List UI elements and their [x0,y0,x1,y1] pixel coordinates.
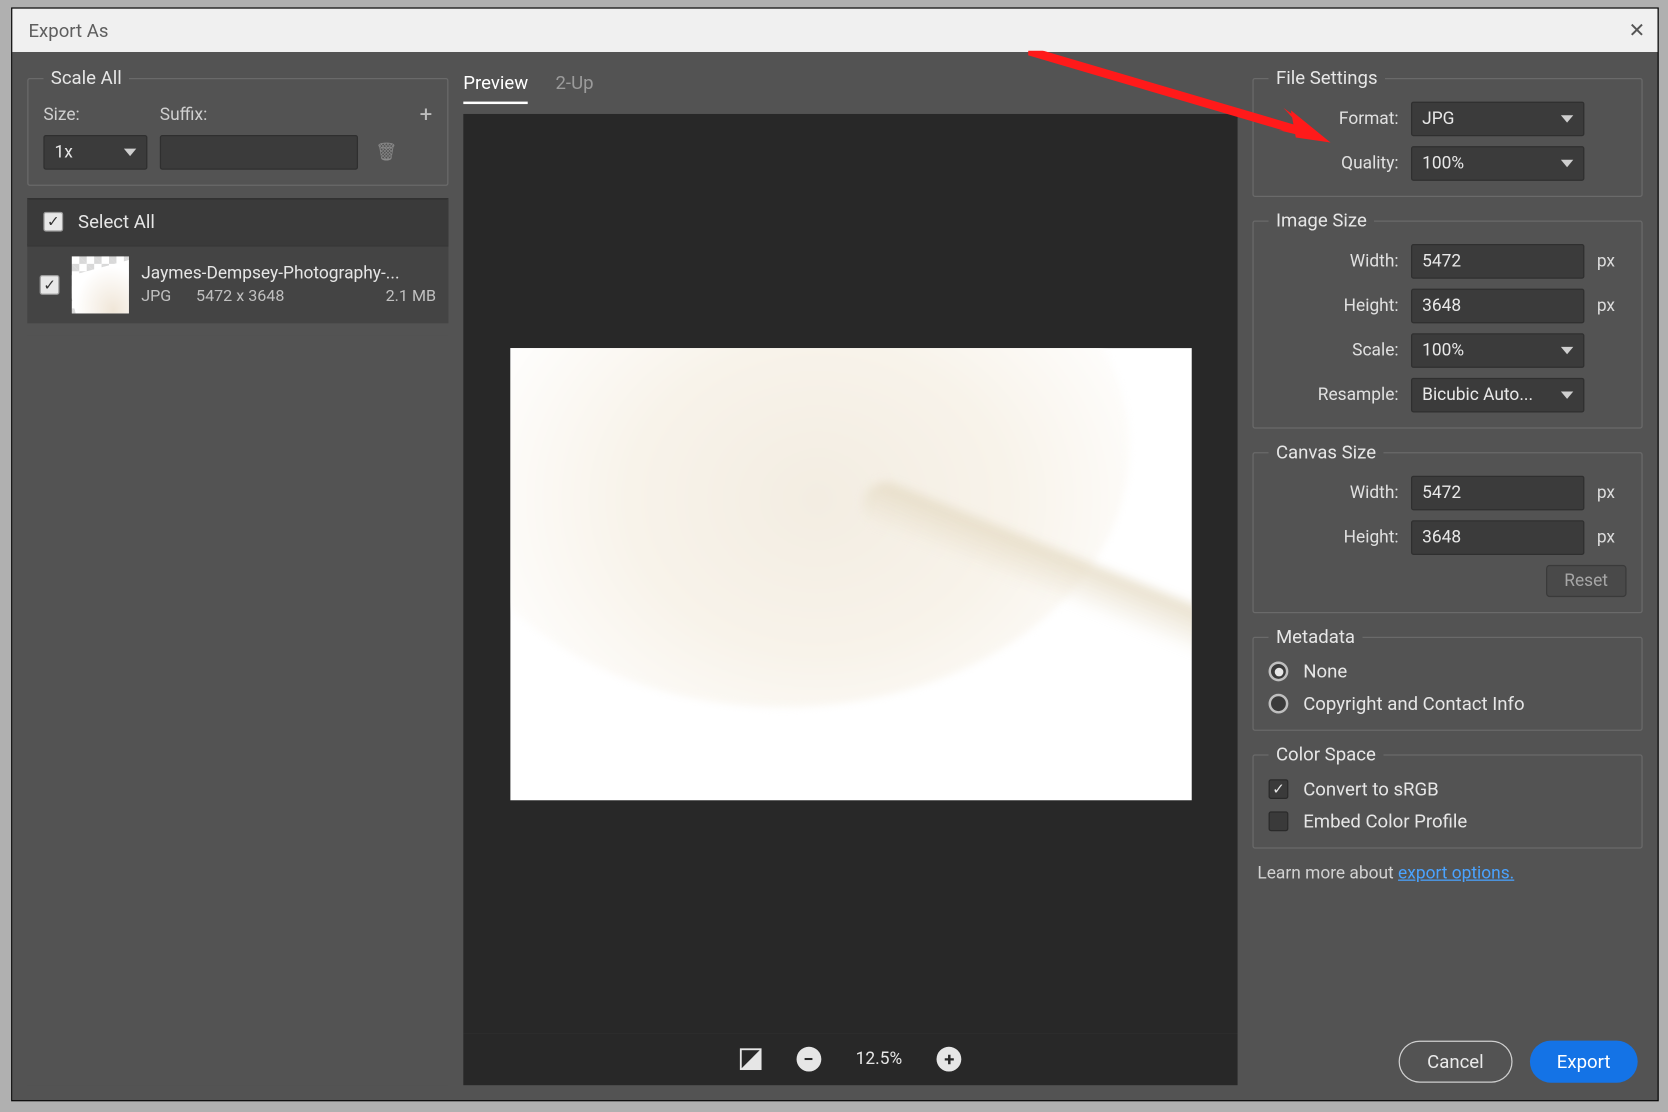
size-select[interactable]: 1x [43,135,147,170]
radio-copyright[interactable] [1269,694,1289,714]
learn-prefix: Learn more about [1257,863,1398,883]
chevron-down-icon [1561,115,1573,122]
metadata-copyright-row[interactable]: Copyright and Contact Info [1269,692,1627,714]
zoom-toolbar: − 12.5% + [463,1033,1237,1085]
tab-2up[interactable]: 2-Up [555,72,593,104]
unit-px: px [1597,296,1627,316]
item-checkbox[interactable]: ✓ [40,275,60,295]
format-label: Format: [1269,109,1399,129]
format-value: JPG [1422,109,1454,129]
convert-srgb-checkbox[interactable]: ✓ [1269,779,1289,799]
canvas-height-label: Height: [1269,528,1399,548]
item-format: JPG [141,287,171,306]
color-space-panel: Color Space ✓ Convert to sRGB ✓ Embed Co… [1252,743,1642,848]
tab-preview[interactable]: Preview [463,72,528,104]
chevron-down-icon [1561,160,1573,167]
quality-select[interactable]: 100% [1411,146,1584,181]
img-scale-label: Scale: [1269,341,1399,361]
canvas-size-legend: Canvas Size [1269,441,1384,463]
metadata-none-row[interactable]: None [1269,660,1627,682]
select-all-label: Select All [78,211,155,233]
convert-srgb-label: Convert to sRGB [1303,778,1439,800]
embed-profile-checkbox[interactable]: ✓ [1269,811,1289,831]
suffix-label: Suffix: [160,105,207,125]
export-options-link[interactable]: export options. [1398,863,1514,883]
export-item-row[interactable]: ✓ Jaymes-Dempsey-Photography-... JPG 547… [27,245,448,323]
close-icon[interactable]: ✕ [1629,19,1646,43]
img-width-label: Width: [1269,251,1399,271]
img-width-input[interactable]: 5472 [1411,244,1584,279]
dialog-footer: Cancel Export [1252,1036,1642,1086]
canvas-height-input[interactable]: 3648 [1411,520,1584,555]
select-all-row[interactable]: ✓ Select All [27,198,448,245]
quality-value: 100% [1422,154,1464,174]
cancel-button[interactable]: Cancel [1399,1041,1513,1083]
add-size-icon[interactable]: + [420,102,433,128]
chevron-down-icon [1561,347,1573,354]
file-settings-legend: File Settings [1269,67,1385,89]
chevron-down-icon [124,149,136,156]
trash-icon[interactable]: 🗑 [375,142,397,162]
chevron-down-icon [1561,391,1573,398]
preview-canvas[interactable] [463,114,1237,1033]
image-size-legend: Image Size [1269,209,1375,231]
file-settings-panel: File Settings Format: JPG Quality: 100% [1252,67,1642,197]
canvas-width-label: Width: [1269,483,1399,503]
item-filesize: 2.1 MB [386,287,436,306]
export-as-dialog: Export As ✕ Scale All Size: Suffix: + 1x [12,9,1657,1100]
color-space-legend: Color Space [1269,743,1384,765]
quality-label: Quality: [1269,154,1399,174]
metadata-copyright-label: Copyright and Contact Info [1303,692,1524,714]
img-height-input[interactable]: 3648 [1411,289,1584,324]
item-filename: Jaymes-Dempsey-Photography-... [141,264,436,284]
size-value: 1x [55,142,73,162]
zoom-out-button[interactable]: − [796,1047,821,1072]
zoom-level: 12.5% [856,1049,903,1069]
img-height-label: Height: [1269,296,1399,316]
unit-px: px [1597,528,1627,548]
preview-tabs: Preview 2-Up [463,67,1237,114]
unit-px: px [1597,251,1627,271]
resample-select[interactable]: Bicubic Auto... [1411,378,1584,413]
metadata-panel: Metadata None Copyright and Contact Info [1252,626,1642,731]
zoom-in-button[interactable]: + [937,1047,962,1072]
reset-button[interactable]: Reset [1546,565,1627,597]
radio-none[interactable] [1269,662,1289,682]
convert-srgb-row[interactable]: ✓ Convert to sRGB [1269,778,1627,800]
format-select[interactable]: JPG [1411,102,1584,137]
item-thumbnail [72,256,129,313]
export-button[interactable]: Export [1530,1041,1638,1083]
embed-profile-label: Embed Color Profile [1303,810,1467,832]
unit-px: px [1597,483,1627,503]
preview-image [510,347,1191,799]
embed-profile-row[interactable]: ✓ Embed Color Profile [1269,810,1627,832]
image-size-panel: Image Size Width: 5472 px Height: 3648 p… [1252,209,1642,428]
learn-more-row: Learn more about export options. [1252,861,1642,886]
scale-all-legend: Scale All [43,67,129,89]
window-title: Export As [28,19,108,41]
select-all-checkbox[interactable]: ✓ [43,212,63,232]
titlebar: Export As ✕ [12,9,1657,52]
canvas-size-panel: Canvas Size Width: 5472 px Height: 3648 … [1252,441,1642,613]
metadata-legend: Metadata [1269,626,1363,648]
scale-all-panel: Scale All Size: Suffix: + 1x 🗑 [27,67,448,186]
metadata-none-label: None [1303,660,1347,682]
item-dimensions: 5472 x 3648 [196,287,284,306]
contrast-icon[interactable] [739,1048,761,1070]
size-label: Size: [43,105,147,125]
img-scale-select[interactable]: 100% [1411,333,1584,368]
canvas-width-input[interactable]: 5472 [1411,476,1584,511]
suffix-input[interactable] [160,135,358,170]
resample-label: Resample: [1269,385,1399,405]
